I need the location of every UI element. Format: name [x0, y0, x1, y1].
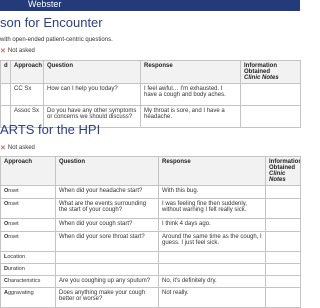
col-header: Information Obtained Clinic Notes: [240, 60, 301, 84]
table-row: Duration: [0, 263, 301, 276]
response-cell: No, it's definitely dry.: [158, 275, 266, 288]
notes-cell[interactable]: [265, 185, 301, 199]
response-cell: Around the same time as the cough, I gue…: [158, 231, 266, 252]
question-cell: When did your headache start?: [55, 185, 159, 199]
col-header: d: [0, 60, 11, 84]
notes-cell[interactable]: [265, 275, 301, 288]
response-cell: With this bug.: [158, 185, 266, 199]
approach-cell: CC Sx: [10, 83, 44, 106]
question-cell: Are you coughing up any sputum?: [55, 275, 159, 288]
table-row: Characteristics Are you coughing up any …: [0, 275, 301, 288]
approach-cell: Aggravating: [0, 287, 56, 308]
section2-title: ARTS for the HPI: [0, 122, 101, 137]
response-cell: [158, 263, 266, 276]
table-row: Onset When did your sore throat start? A…: [0, 231, 301, 252]
table-row: Onset When did your headache start? With…: [0, 185, 301, 199]
section1-title: son for Encounter: [0, 15, 103, 30]
hpi-table: Approach Question Response Information O…: [0, 156, 301, 308]
notes-cell[interactable]: [265, 287, 301, 308]
response-cell: [158, 251, 266, 264]
response-cell: I think 4 days ago.: [158, 218, 266, 232]
section1-intro: with open-ended patient-centric question…: [0, 37, 113, 43]
question-cell: How can I help you today?: [43, 83, 141, 106]
response-cell: I was feeling fine then suddenly, withou…: [158, 198, 266, 219]
approach-cell: Characteristics: [0, 275, 56, 288]
approach-cell: Duration: [0, 263, 56, 276]
col-header-notes: Clinic Notes: [244, 75, 279, 81]
not-asked-icon: ✕: [0, 145, 6, 152]
question-cell: What are the events surrounding the star…: [55, 198, 159, 219]
response-cell: Not really.: [158, 287, 266, 308]
col-header: Response: [158, 156, 266, 186]
table-row: CC Sx How can I help you today? I feel a…: [0, 83, 301, 106]
question-cell: [55, 263, 159, 276]
question-cell: When did your cough start?: [55, 218, 159, 232]
col-header-info: Information Obtained: [244, 63, 277, 75]
encounter-table: d Approach Question Response Information…: [0, 60, 301, 128]
col-header: Question: [43, 60, 141, 84]
approach-cell: Onset: [0, 185, 56, 199]
notes-cell[interactable]: [265, 218, 301, 232]
header-title: Webster: [28, 0, 62, 9]
not-asked-icon: ✕: [0, 48, 6, 55]
col-header: Information Obtained Clinic Notes: [265, 156, 301, 186]
approach-cell: Onset: [0, 198, 56, 219]
notes-cell[interactable]: [265, 198, 301, 219]
question-cell: Does anything make your cough better or …: [55, 287, 159, 308]
response-cell: I feel awful… I'm exhausted. I have a co…: [140, 83, 241, 106]
approach-cell: Onset: [0, 231, 56, 252]
legend-label: Not asked: [7, 145, 35, 151]
col-header: Approach: [0, 156, 56, 186]
question-cell: When did your sore throat start?: [55, 231, 159, 252]
table-row: Onset When did your cough start? I think…: [0, 218, 301, 232]
notes-cell[interactable]: [265, 251, 301, 264]
response-cell: My throat is sore, and I have a headache…: [140, 105, 241, 128]
question-cell: [55, 251, 159, 264]
col-header: Response: [140, 60, 241, 84]
approach-cell: Onset: [0, 218, 56, 232]
approach-cell: Location: [0, 251, 56, 264]
notes-cell[interactable]: [265, 231, 301, 252]
notes-cell[interactable]: [240, 83, 301, 106]
notes-cell[interactable]: [240, 105, 301, 128]
table-row: Onset What are the events surrounding th…: [0, 198, 301, 219]
top-bar: Webster: [0, 0, 300, 11]
col-header: Approach: [10, 60, 44, 84]
section1-legend: ✕ Not asked: [0, 47, 35, 55]
legend-label: Not asked: [7, 48, 35, 54]
table-row: Aggravating Does anything make your coug…: [0, 287, 301, 308]
notes-cell[interactable]: [265, 263, 301, 276]
table-row: Location: [0, 251, 301, 264]
col-header: Question: [55, 156, 159, 186]
section2-legend: ✕ Not asked: [0, 144, 35, 152]
